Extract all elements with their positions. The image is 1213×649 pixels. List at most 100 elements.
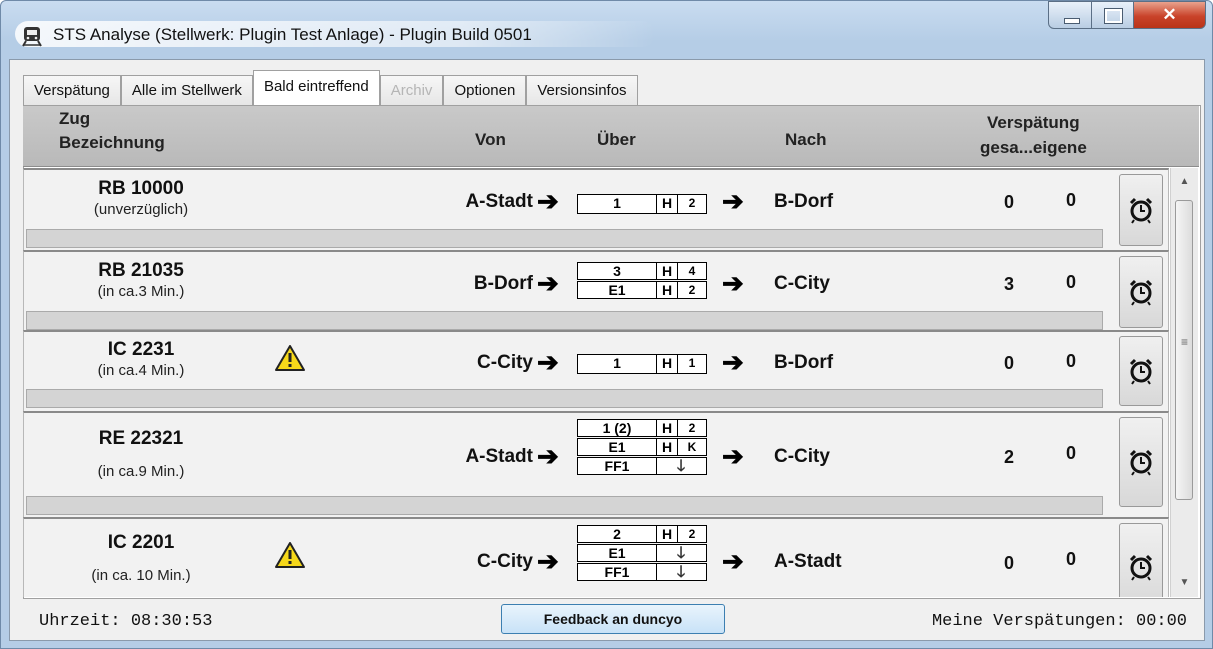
track-line: FF1 🡓 xyxy=(577,563,707,581)
app-window: STS Analyse (Stellwerk: Plugin Test Anla… xyxy=(0,0,1213,649)
tab-versionsinfos[interactable]: Versionsinfos xyxy=(526,75,638,105)
alarm-clock-icon xyxy=(1129,554,1153,581)
track-number: FF1 xyxy=(578,458,657,474)
train-name: IC 2201 xyxy=(107,532,175,553)
progress-bar xyxy=(26,389,1103,408)
train-row[interactable]: RB 21035 (in ca.3 Min.) B-Dorf ➔ 3 H 4 E… xyxy=(23,250,1169,334)
track-extra: 2 xyxy=(688,196,696,210)
train-name: RB 10000 xyxy=(98,178,184,199)
track-extra: 2 xyxy=(688,283,696,297)
track-number: E1 xyxy=(578,545,657,561)
scroll-up-icon[interactable]: ▲ xyxy=(1171,172,1198,192)
title-bar[interactable]: STS Analyse (Stellwerk: Plugin Test Anla… xyxy=(1,1,1212,59)
progress-bar xyxy=(26,311,1103,330)
window-controls: ✕ xyxy=(1048,1,1206,29)
stop-type: H xyxy=(657,526,678,542)
track-list: 1 H 2 xyxy=(577,194,707,215)
train-name: IC 2231 xyxy=(107,339,175,360)
train-to: B-Dorf xyxy=(774,191,834,212)
train-icon xyxy=(22,27,42,47)
track-number: 3 xyxy=(578,263,657,279)
train-to: A-Stadt xyxy=(774,551,842,572)
minimize-button[interactable] xyxy=(1048,1,1092,29)
track-extra: 1 xyxy=(688,356,696,370)
progress-bar xyxy=(26,229,1103,248)
track-list: 3 H 4 E1 H 2 xyxy=(577,262,707,300)
clock-label: Uhrzeit: 08:30:53 xyxy=(39,612,213,631)
feedback-button[interactable]: Feedback an duncyo xyxy=(501,604,725,634)
close-button[interactable]: ✕ xyxy=(1134,1,1206,29)
my-delays-label: Meine Verspätungen: 00:00 xyxy=(931,612,1187,631)
alarm-clock-icon xyxy=(1129,358,1153,385)
stop-type: H xyxy=(657,439,678,455)
alarm-clock-icon xyxy=(1129,279,1153,306)
train-from: A-Stadt xyxy=(465,191,533,212)
train-eta: (unverzüglich) xyxy=(93,201,189,218)
scrollbar-thumb[interactable] xyxy=(1175,200,1193,500)
header-bezeichnung: Bezeichnung xyxy=(59,133,165,152)
train-row[interactable]: IC 2231 (in ca.4 Min.) C-City ➔ 1 H 1 ➔ … xyxy=(23,330,1169,412)
stop-type: H xyxy=(657,355,678,373)
track-number: E1 xyxy=(578,439,657,455)
stop-type: H xyxy=(657,420,678,436)
scroll-down-icon[interactable]: ▼ xyxy=(1171,573,1198,593)
header-ueber: Über xyxy=(597,130,636,149)
delay-own: 0 xyxy=(1065,272,1076,292)
vertical-scrollbar[interactable]: ▲ ≡ ▼ xyxy=(1170,168,1198,597)
train-name: RE 22321 xyxy=(98,428,184,449)
alarm-button[interactable] xyxy=(1119,174,1163,246)
alarm-button[interactable] xyxy=(1119,523,1163,597)
track-line: 1 H 2 xyxy=(577,194,707,214)
tab-bald-eintreffend[interactable]: Bald eintreffend xyxy=(252,70,380,105)
train-from: C-City xyxy=(477,352,533,373)
alarm-button[interactable] xyxy=(1119,336,1163,406)
delay-total: 0 xyxy=(1003,553,1014,573)
alarm-clock-icon xyxy=(1129,197,1153,224)
table-header: Zug Bezeichnung Von Über Nach Verspätung… xyxy=(23,106,1199,167)
train-eta: (in ca.9 Min.) xyxy=(97,463,185,480)
status-bar: Uhrzeit: 08:30:53 Feedback an duncyo Mei… xyxy=(23,601,1201,639)
arrow-right-icon: ➔ xyxy=(537,546,559,576)
track-line: E1 H 2 xyxy=(577,281,707,299)
header-zug: Zug xyxy=(59,109,91,128)
tab-optionen[interactable]: Optionen xyxy=(443,75,527,105)
train-to: C-City xyxy=(774,446,830,467)
track-number: 2 xyxy=(578,526,657,542)
train-to: C-City xyxy=(774,273,830,294)
down-arrow-icon: 🡓 xyxy=(676,545,686,562)
down-arrow-icon: 🡓 xyxy=(676,458,686,475)
train-from: A-Stadt xyxy=(465,446,533,467)
delay-total: 0 xyxy=(1003,353,1014,373)
delay-own: 0 xyxy=(1065,443,1076,463)
stop-type: H xyxy=(657,282,678,298)
delay-total: 0 xyxy=(1003,192,1014,212)
arrow-right-icon: ➔ xyxy=(537,186,559,216)
track-number: 1 (2) xyxy=(578,420,657,436)
arrow-right-icon: ➔ xyxy=(722,268,744,298)
track-number: 1 xyxy=(578,195,657,213)
tab-verspaetung[interactable]: Verspätung xyxy=(23,75,121,105)
alarm-button[interactable] xyxy=(1119,256,1163,328)
stop-type: H xyxy=(657,263,678,279)
header-nach: Nach xyxy=(785,130,827,149)
track-list: 1 (2) H 2 E1 H K FF1 🡓 xyxy=(577,419,707,476)
train-row[interactable]: RB 10000 (unverzüglich) A-Stadt ➔ 1 H 2 … xyxy=(23,168,1169,252)
track-extra: 2 xyxy=(688,527,696,541)
header-von: Von xyxy=(475,130,506,149)
train-from: B-Dorf xyxy=(473,273,533,294)
tab-archiv: Archiv xyxy=(379,75,444,105)
train-row[interactable]: IC 2201 (in ca. 10 Min.) C-City ➔ 2 H 2 … xyxy=(23,517,1169,597)
delay-total: 2 xyxy=(1003,447,1014,467)
close-icon: ✕ xyxy=(1162,5,1177,24)
tab-alle-im-stellwerk[interactable]: Alle im Stellwerk xyxy=(120,75,253,105)
train-eta: (in ca.3 Min.) xyxy=(97,283,185,300)
arrow-right-icon: ➔ xyxy=(722,347,744,377)
train-name: RB 21035 xyxy=(98,260,184,281)
maximize-button[interactable] xyxy=(1092,1,1134,29)
train-row[interactable]: RE 22321 (in ca.9 Min.) A-Stadt ➔ 1 (2) … xyxy=(23,411,1169,519)
delay-own: 0 xyxy=(1065,549,1076,569)
track-list: 2 H 2 E1 🡓 FF1 🡓 xyxy=(577,525,707,582)
alarm-button[interactable] xyxy=(1119,417,1163,507)
track-line: E1 H K xyxy=(577,438,707,456)
train-to: B-Dorf xyxy=(774,352,834,373)
